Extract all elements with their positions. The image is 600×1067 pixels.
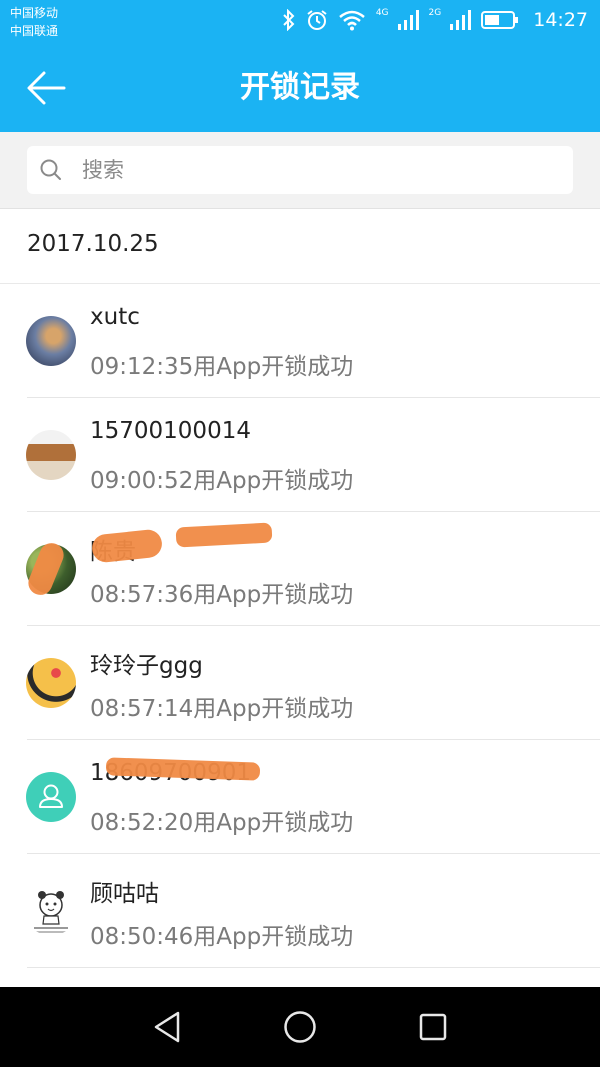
list-item[interactable]: 玲玲子ggg 08:57:14用App开锁成功 — [0, 626, 600, 740]
redaction-mark — [90, 528, 164, 564]
search-input[interactable] — [80, 157, 524, 183]
cartoon-avatar-icon — [34, 891, 68, 933]
user-name: 玲玲子ggg — [90, 653, 203, 679]
unlock-description: 09:12:35用App开锁成功 — [90, 354, 354, 380]
list-item[interactable]: 顾咕咕 08:50:46用App开锁成功 — [0, 854, 600, 968]
app-header: 中国移动 中国联通 4G 2G 14:27 开锁记录 — [0, 0, 600, 132]
record-date: 2017.10.25 — [27, 231, 159, 257]
nav-recent-button[interactable] — [413, 1007, 453, 1047]
avatar — [26, 316, 76, 366]
clock: 14:27 — [533, 9, 588, 31]
status-icons: 4G 2G 14:27 — [282, 8, 588, 32]
nav-home-button[interactable] — [280, 1007, 320, 1047]
list-item[interactable]: 15700100014 09:00:52用App开锁成功 — [0, 398, 600, 548]
date-header: 2017.10.25 — [0, 209, 600, 284]
list-item[interactable]: 18609700901 08:52:20用App开锁成功 — [0, 740, 600, 854]
wifi-icon — [339, 10, 365, 31]
avatar — [26, 430, 76, 480]
unlock-description: 08:57:14用App开锁成功 — [90, 696, 354, 722]
unlock-record-list: xutc 09:12:35用App开锁成功 15700100014 09:00:… — [0, 284, 600, 968]
search-box[interactable] — [27, 146, 573, 194]
system-nav-bar — [0, 987, 600, 1067]
bluetooth-icon — [283, 9, 295, 31]
unlock-description: 09:00:52用App开锁成功 — [90, 468, 354, 494]
page-title: 开锁记录 — [240, 70, 360, 105]
status-bar: 中国移动 中国联通 4G 2G 14:27 — [0, 0, 600, 42]
list-item[interactable]: xutc 09:12:35用App开锁成功 — [0, 284, 600, 398]
unlock-description: 08:57:36用App开锁成功 — [90, 582, 354, 608]
user-name: 顾咕咕 — [90, 881, 159, 907]
signal-icon — [397, 10, 419, 30]
nav-back-button[interactable] — [147, 1007, 187, 1047]
user-name: xutc — [90, 304, 140, 330]
square-recent-icon — [419, 1013, 447, 1041]
avatar — [26, 658, 76, 708]
signal-icon — [450, 10, 472, 30]
network-type-1: 4G — [375, 8, 389, 18]
search-icon — [38, 157, 64, 183]
triangle-back-icon — [154, 1011, 180, 1043]
carrier-2: 中国联通 — [10, 24, 59, 38]
search-section — [0, 132, 600, 209]
carrier-info: 中国移动 中国联通 — [10, 4, 58, 40]
user-name: 15700100014 — [90, 418, 251, 444]
avatar — [26, 886, 76, 936]
unlock-description: 08:50:46用App开锁成功 — [90, 924, 354, 950]
list-item[interactable]: 陈贵 08:57:36用App开锁成功 — [0, 512, 600, 626]
carrier-1: 中国移动 — [10, 6, 59, 20]
circle-home-icon — [284, 1011, 316, 1043]
default-user-icon — [39, 784, 63, 808]
alarm-icon — [307, 10, 327, 30]
network-type-2: 2G — [428, 8, 442, 18]
avatar — [26, 772, 76, 822]
battery-icon — [481, 11, 519, 29]
unlock-description: 08:52:20用App开锁成功 — [90, 810, 354, 836]
